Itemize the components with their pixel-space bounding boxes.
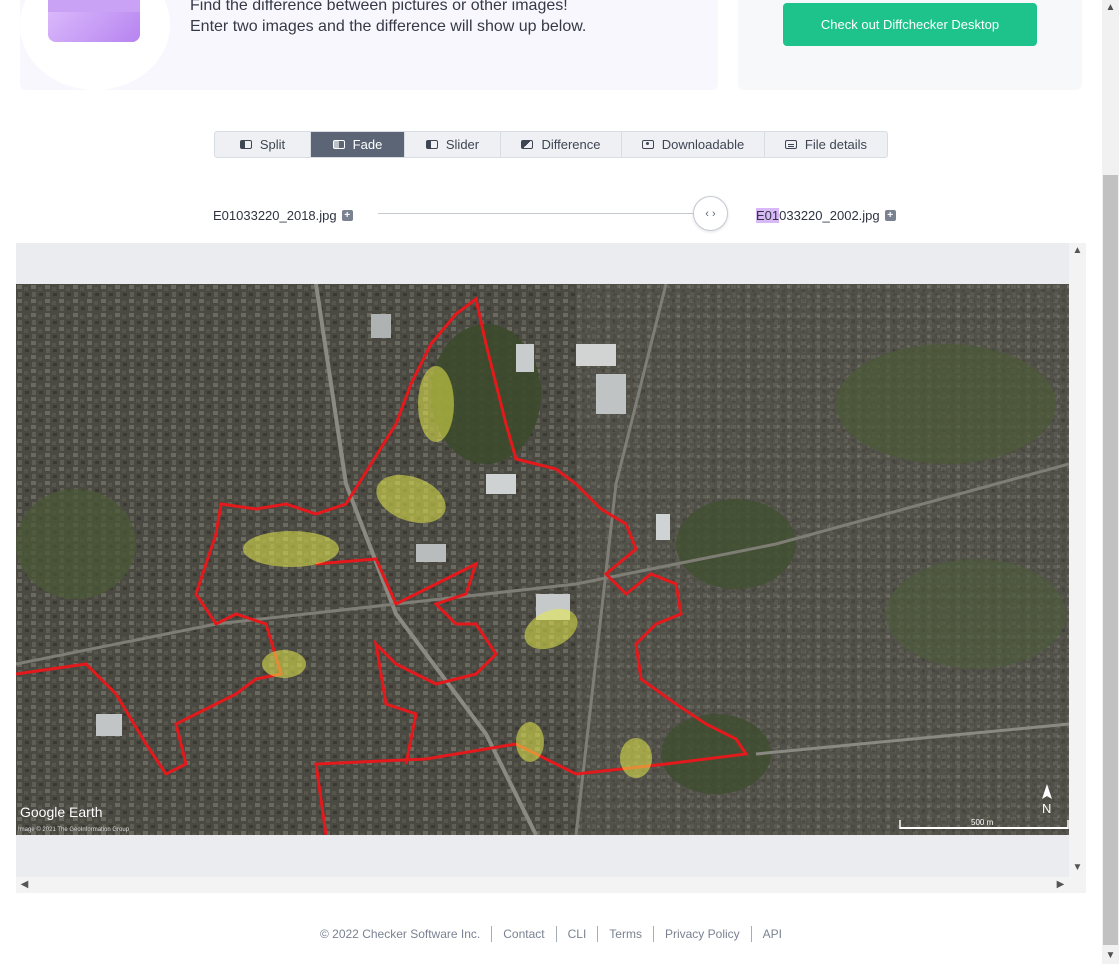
add-file-icon[interactable]: +	[884, 210, 896, 221]
desktop-promo-button[interactable]: Check out Diffchecker Desktop	[783, 3, 1037, 46]
code-arrows-icon: ‹ ›	[705, 207, 716, 220]
promo-card: Check out Diffchecker Desktop	[738, 0, 1082, 90]
split-view-icon	[239, 140, 252, 149]
footer-link-contact[interactable]: Contact	[492, 926, 557, 942]
scroll-up-icon[interactable]: ▲	[1069, 245, 1086, 256]
tab-label: Difference	[541, 137, 601, 152]
page-scroll-down-icon[interactable]: ▼	[1102, 950, 1119, 961]
left-file-name: E01033220_2018.jpg +	[213, 208, 353, 223]
scroll-down-icon[interactable]: ▼	[1069, 862, 1086, 873]
fade-view-icon	[332, 140, 345, 149]
add-file-icon[interactable]: +	[341, 210, 353, 221]
tab-label: File details	[804, 137, 868, 152]
tab-label: Downloadable	[661, 137, 745, 152]
tab-file-details[interactable]: File details	[765, 132, 887, 157]
tab-fade[interactable]: Fade	[311, 132, 405, 157]
footer: © 2022 Checker Software Inc. Contact CLI…	[0, 926, 1102, 942]
slider-view-icon	[425, 140, 438, 149]
page-scroll-up-icon[interactable]: ▲	[1102, 2, 1119, 13]
aerial-map-image: Google Earth Image © 2021 The GeoInforma…	[16, 284, 1069, 835]
scroll-left-icon[interactable]: ◀	[16, 879, 33, 890]
difference-view-icon	[521, 140, 534, 149]
footer-link-privacy[interactable]: Privacy Policy	[654, 926, 752, 942]
image-compare-icon	[48, 0, 140, 42]
map-scale-label: 500 m	[971, 818, 994, 827]
right-file-name: E01033220_2002.jpg +	[756, 208, 896, 223]
page-scrollbar-thumb[interactable]	[1103, 175, 1118, 945]
file-name-rest: 033220_2002.jpg	[779, 208, 880, 223]
right-file-label: E01033220_2002.jpg	[756, 208, 880, 223]
image-download-icon	[641, 140, 654, 149]
diffchecker-image-page: Find the difference between pictures or …	[0, 0, 1119, 964]
footer-link-cli[interactable]: CLI	[557, 926, 599, 942]
north-label: N	[1042, 801, 1051, 816]
tab-split[interactable]: Split	[215, 132, 311, 157]
footer-copyright: © 2022 Checker Software Inc.	[309, 926, 493, 942]
fade-slider-track[interactable]	[378, 213, 710, 214]
footer-link-api[interactable]: API	[752, 926, 793, 942]
tab-label: Slider	[445, 137, 480, 152]
viewport-horizontal-scrollbar[interactable]: ◀ ▶	[16, 877, 1086, 893]
left-file-label: E01033220_2018.jpg	[213, 208, 337, 223]
tab-difference[interactable]: Difference	[501, 132, 622, 157]
tab-label: Split	[259, 137, 286, 152]
scroll-right-icon[interactable]: ▶	[1052, 879, 1069, 890]
google-earth-watermark: Google Earth	[20, 804, 103, 820]
file-details-icon	[784, 140, 797, 149]
viewport-vertical-scrollbar[interactable]: ▲ ▼	[1069, 243, 1086, 877]
fade-slider-handle[interactable]: ‹ ›	[693, 196, 728, 231]
hero-description: Find the difference between pictures or …	[190, 0, 586, 37]
hero-line-1: Find the difference between pictures or …	[190, 0, 568, 14]
view-mode-tabs: Split Fade Slider Difference Downloadabl…	[214, 131, 888, 158]
tab-label: Fade	[352, 137, 383, 152]
footer-link-terms[interactable]: Terms	[598, 926, 654, 942]
imagery-credit: Image © 2021 The GeoInformation Group	[18, 826, 130, 833]
diff-image: Google Earth Image © 2021 The GeoInforma…	[16, 284, 1069, 835]
tab-slider[interactable]: Slider	[405, 132, 501, 157]
tab-downloadable[interactable]: Downloadable	[622, 132, 765, 157]
file-name-highlight: E01	[756, 208, 780, 223]
image-viewport[interactable]: Google Earth Image © 2021 The GeoInforma…	[16, 243, 1086, 893]
hero-line-2: Enter two images and the difference will…	[190, 18, 587, 35]
